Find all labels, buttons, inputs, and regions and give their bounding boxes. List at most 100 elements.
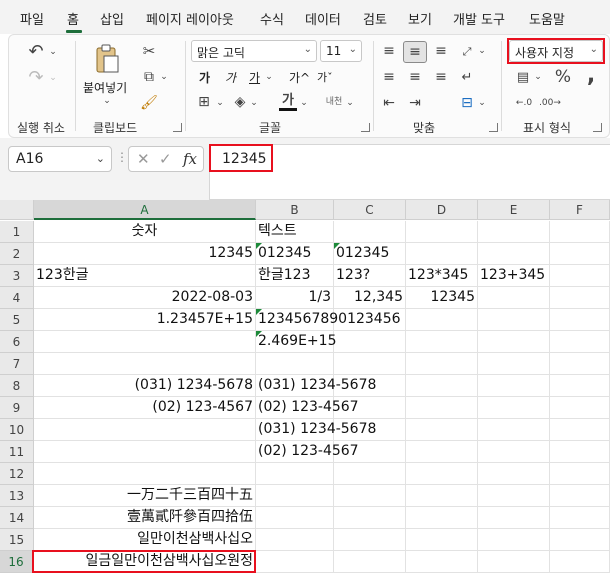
row-header-15[interactable]: 15 bbox=[0, 529, 34, 551]
column-header-f[interactable]: F bbox=[550, 200, 610, 220]
cell-e13[interactable] bbox=[478, 485, 550, 507]
tab-developer[interactable]: 개발 도구 bbox=[453, 9, 505, 28]
cell-e6[interactable] bbox=[478, 331, 550, 353]
decrease-indent-icon[interactable]: ⇤ bbox=[379, 93, 399, 113]
cell-e10[interactable] bbox=[478, 419, 550, 441]
increase-font-size-button[interactable]: 가^ bbox=[289, 69, 310, 86]
worksheet-grid[interactable]: A B C D E F 1 숫자 텍스트 2 12345 012345 012345 3 123한글 한글12… bbox=[0, 200, 610, 581]
row-header-14[interactable]: 14 bbox=[0, 507, 34, 529]
row-header-5[interactable]: 5 bbox=[0, 309, 34, 331]
tab-help[interactable]: 도움말 bbox=[529, 9, 565, 28]
cell-e15[interactable] bbox=[478, 529, 550, 551]
cell-c16[interactable] bbox=[334, 551, 406, 573]
increase-decimal-icon[interactable]: ←.0 bbox=[513, 93, 535, 113]
undo-icon[interactable]: ↶ bbox=[25, 41, 47, 63]
cell-a7[interactable] bbox=[34, 353, 256, 375]
number-launcher-icon[interactable] bbox=[593, 123, 602, 132]
cell-a10[interactable] bbox=[34, 419, 256, 441]
cell-c15[interactable] bbox=[334, 529, 406, 551]
cell-a15[interactable]: 일만이천삼백사십오 bbox=[34, 529, 256, 551]
cell-c1[interactable] bbox=[334, 221, 406, 243]
column-header-b[interactable]: B bbox=[256, 200, 334, 220]
paste-dropdown-icon[interactable]: ⌄ bbox=[101, 95, 113, 107]
cell-b12[interactable] bbox=[256, 463, 334, 485]
cell-d12[interactable] bbox=[406, 463, 478, 485]
cell-f3[interactable] bbox=[550, 265, 610, 287]
cell-d4[interactable]: 12345 bbox=[406, 287, 478, 309]
cell-a9[interactable]: (02) 123-4567 bbox=[34, 397, 256, 419]
cell-b7[interactable] bbox=[256, 353, 334, 375]
orientation-dropdown-icon[interactable]: ⌄ bbox=[477, 45, 487, 57]
tab-formulas[interactable]: 수식 bbox=[260, 9, 284, 28]
cell-b13[interactable] bbox=[256, 485, 334, 507]
italic-button[interactable]: 가 bbox=[225, 69, 236, 86]
cell-a13[interactable]: 一万二千三百四十五 bbox=[34, 485, 256, 507]
cell-d3[interactable]: 123*345 bbox=[406, 265, 478, 287]
cell-b4[interactable]: 1/3 bbox=[256, 287, 334, 309]
cell-b1[interactable]: 텍스트 bbox=[256, 221, 334, 243]
increase-indent-icon[interactable]: ⇥ bbox=[405, 93, 425, 113]
column-header-e[interactable]: E bbox=[478, 200, 550, 220]
cell-d15[interactable] bbox=[406, 529, 478, 551]
cell-b15[interactable] bbox=[256, 529, 334, 551]
cell-a6[interactable] bbox=[34, 331, 256, 353]
phonetic-icon[interactable]: 내천 bbox=[323, 93, 345, 111]
cancel-icon[interactable]: ✕ bbox=[137, 150, 150, 168]
cell-b2[interactable]: 012345 bbox=[256, 243, 334, 265]
cell-e9[interactable] bbox=[478, 397, 550, 419]
cell-d2[interactable] bbox=[406, 243, 478, 265]
cell-e11[interactable] bbox=[478, 441, 550, 463]
cell-f6[interactable] bbox=[550, 331, 610, 353]
paste-icon[interactable] bbox=[93, 43, 121, 75]
cell-a5[interactable]: 1.23457E+15 bbox=[34, 309, 256, 331]
cell-c4[interactable]: 12,345 bbox=[334, 287, 406, 309]
error-indicator-icon[interactable] bbox=[256, 243, 262, 249]
cell-d5[interactable] bbox=[406, 309, 478, 331]
cell-d9[interactable] bbox=[406, 397, 478, 419]
cell-a4[interactable]: 2022-08-03 bbox=[34, 287, 256, 309]
cell-b10[interactable]: (031) 1234-5678 bbox=[256, 419, 376, 441]
column-header-d[interactable]: D bbox=[406, 200, 478, 220]
insert-function-icon[interactable]: fx bbox=[183, 150, 197, 168]
more-options-icon[interactable]: ⋮ bbox=[116, 150, 128, 164]
cell-f12[interactable] bbox=[550, 463, 610, 485]
cell-b5[interactable]: 1234567890123456 bbox=[256, 309, 401, 331]
cell-c7[interactable] bbox=[334, 353, 406, 375]
cell-b9[interactable]: (02) 123-4567 bbox=[256, 397, 359, 419]
font-name-select[interactable]: 맑은 고딕 ⌄ bbox=[191, 40, 317, 62]
cell-f13[interactable] bbox=[550, 485, 610, 507]
row-header-8[interactable]: 8 bbox=[0, 375, 34, 397]
decrease-font-size-button[interactable]: 가ˇ bbox=[317, 69, 333, 85]
cell-f4[interactable] bbox=[550, 287, 610, 309]
copy-dropdown-icon[interactable]: ⌄ bbox=[159, 71, 169, 83]
name-box[interactable]: A16 ⌄ bbox=[8, 146, 112, 172]
cell-e16[interactable] bbox=[478, 551, 550, 573]
cell-b3[interactable]: 한글123 bbox=[256, 265, 334, 287]
column-header-c[interactable]: C bbox=[334, 200, 406, 220]
align-top-icon[interactable]: ≡ bbox=[379, 41, 399, 61]
cell-e8[interactable] bbox=[478, 375, 550, 397]
cell-d7[interactable] bbox=[406, 353, 478, 375]
cell-a11[interactable] bbox=[34, 441, 256, 463]
cell-a1[interactable]: 숫자 bbox=[34, 221, 256, 243]
fill-color-dropdown-icon[interactable]: ⌄ bbox=[249, 97, 259, 109]
error-indicator-icon[interactable] bbox=[256, 331, 262, 337]
cell-e12[interactable] bbox=[478, 463, 550, 485]
cell-b6[interactable]: 2.469E+15 bbox=[256, 331, 336, 353]
enter-icon[interactable]: ✓ bbox=[159, 150, 172, 168]
cell-f5[interactable] bbox=[550, 309, 610, 331]
cell-c3[interactable]: 123? bbox=[334, 265, 406, 287]
row-header-9[interactable]: 9 bbox=[0, 397, 34, 419]
cell-f10[interactable] bbox=[550, 419, 610, 441]
row-header-6[interactable]: 6 bbox=[0, 331, 34, 353]
tab-view[interactable]: 보기 bbox=[408, 9, 432, 28]
cell-d8[interactable] bbox=[406, 375, 478, 397]
cell-d13[interactable] bbox=[406, 485, 478, 507]
copy-icon[interactable]: ⧉ bbox=[139, 67, 159, 87]
row-header-13[interactable]: 13 bbox=[0, 485, 34, 507]
row-header-3[interactable]: 3 bbox=[0, 265, 34, 287]
align-center-icon[interactable]: ≡ bbox=[405, 67, 425, 87]
redo-dropdown-icon[interactable]: ⌄ bbox=[47, 71, 59, 85]
row-header-2[interactable]: 2 bbox=[0, 243, 34, 265]
percent-style-icon[interactable]: % bbox=[553, 67, 573, 87]
